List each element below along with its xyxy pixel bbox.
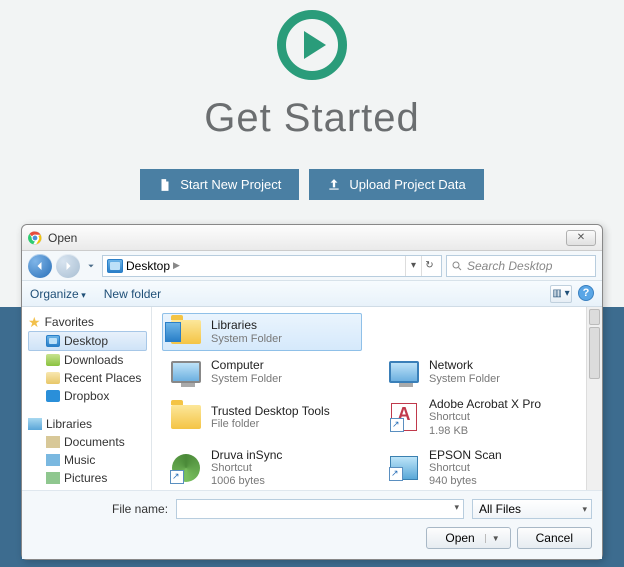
play-icon (277, 10, 347, 80)
file-item[interactable]: LibrariesSystem Folder (162, 313, 362, 351)
file-name: Trusted Desktop Tools (211, 404, 330, 418)
file-item[interactable]: ComputerSystem Folder (162, 353, 360, 391)
sidebar-item-recent-places[interactable]: Recent Places (28, 369, 151, 387)
breadcrumb[interactable]: Desktop ▶ ▾ ↻ (102, 255, 442, 277)
sidebar-libraries-header[interactable]: Libraries (28, 415, 151, 433)
file-name: Adobe Acrobat X Pro (429, 397, 541, 411)
file-type: System Folder (211, 373, 282, 386)
breadcrumb-location: Desktop (126, 259, 170, 273)
upload-project-data-button[interactable]: Upload Project Data (309, 169, 483, 200)
filename-input[interactable] (176, 499, 464, 519)
scrollbar[interactable] (586, 307, 602, 490)
new-folder-button[interactable]: New folder (104, 287, 161, 301)
back-button[interactable] (28, 254, 52, 278)
file-icon: ↗ (169, 453, 203, 483)
organize-menu[interactable]: Organize (30, 287, 86, 301)
breadcrumb-dropdown[interactable]: ▾ (405, 256, 421, 276)
file-size: 1006 bytes (211, 475, 282, 488)
dialog-title: Open (48, 231, 566, 245)
file-type: Shortcut (429, 411, 541, 424)
file-list: LibrariesSystem FolderComputerSystem Fol… (152, 307, 602, 490)
view-options-button[interactable]: ▥ ▾ (550, 285, 572, 303)
file-item[interactable]: ↗ EPSON ScanShortcut940 bytes (380, 444, 578, 490)
file-size: 1.98 KB (429, 425, 541, 438)
document-icon (158, 178, 172, 192)
sidebar-item-desktop[interactable]: Desktop (28, 331, 147, 351)
cancel-button[interactable]: Cancel (517, 527, 592, 549)
sidebar-item-documents[interactable]: Documents (28, 433, 151, 451)
refresh-button[interactable]: ↻ (421, 256, 437, 276)
file-name: Computer (211, 358, 282, 372)
open-dropdown[interactable]: ▼ (485, 534, 500, 543)
file-type: System Folder (429, 373, 500, 386)
sidebar-item-pictures[interactable]: Pictures (28, 469, 151, 487)
sidebar-item-music[interactable]: Music (28, 451, 151, 469)
file-type: System Folder (211, 333, 282, 346)
desktop-icon (107, 259, 123, 273)
file-name: Network (429, 358, 500, 372)
chevron-right-icon: ▶ (173, 260, 180, 271)
filename-label: File name: (112, 502, 168, 516)
navigation-bar: Desktop ▶ ▾ ↻ Search Desktop (22, 251, 602, 281)
file-type: Shortcut (429, 462, 502, 475)
file-name: EPSON Scan (429, 448, 502, 462)
dialog-footer: File name: All Files Open▼ Cancel (22, 490, 602, 559)
file-item[interactable]: A↗ Adobe Acrobat X ProShortcut1.98 KB (380, 393, 578, 442)
file-icon (169, 357, 203, 387)
forward-button[interactable] (56, 254, 80, 278)
search-input[interactable]: Search Desktop (446, 255, 596, 277)
start-new-project-button[interactable]: Start New Project (140, 169, 299, 200)
file-icon (169, 317, 203, 347)
file-item[interactable]: NetworkSystem Folder (380, 353, 578, 391)
file-type: File folder (211, 418, 330, 431)
file-size: 940 bytes (429, 475, 502, 488)
file-item[interactable]: ↗ Druva inSyncShortcut1006 bytes (162, 444, 360, 490)
search-icon (451, 260, 463, 272)
file-open-dialog: Open ✕ Desktop ▶ ▾ ↻ Search Desktop Orga… (21, 224, 603, 560)
sidebar-favorites-header[interactable]: ★Favorites (28, 313, 151, 331)
file-item[interactable]: Trusted Desktop ToolsFile folder (162, 393, 360, 442)
file-icon (169, 402, 203, 432)
file-type: Shortcut (211, 462, 282, 475)
history-dropdown[interactable] (84, 254, 98, 278)
file-name: Libraries (211, 318, 282, 332)
file-name: Druva inSync (211, 448, 282, 462)
titlebar: Open ✕ (22, 225, 602, 251)
toolbar: Organize New folder ▥ ▾ ? (22, 281, 602, 307)
sidebar-item-dropbox[interactable]: Dropbox (28, 387, 151, 405)
help-button[interactable]: ? (578, 285, 594, 301)
file-icon (387, 357, 421, 387)
sidebar: ★Favorites Desktop Downloads Recent Plac… (22, 307, 152, 490)
sidebar-item-downloads[interactable]: Downloads (28, 351, 151, 369)
file-icon: A↗ (387, 402, 421, 432)
chrome-icon (28, 231, 42, 245)
hero-section: Get Started Start New Project Upload Pro… (0, 0, 624, 200)
hero-title: Get Started (0, 96, 624, 141)
upload-icon (327, 178, 341, 192)
open-button[interactable]: Open▼ (426, 527, 510, 549)
file-type-filter[interactable]: All Files (472, 499, 592, 519)
close-button[interactable]: ✕ (566, 230, 596, 246)
file-icon: ↗ (387, 453, 421, 483)
